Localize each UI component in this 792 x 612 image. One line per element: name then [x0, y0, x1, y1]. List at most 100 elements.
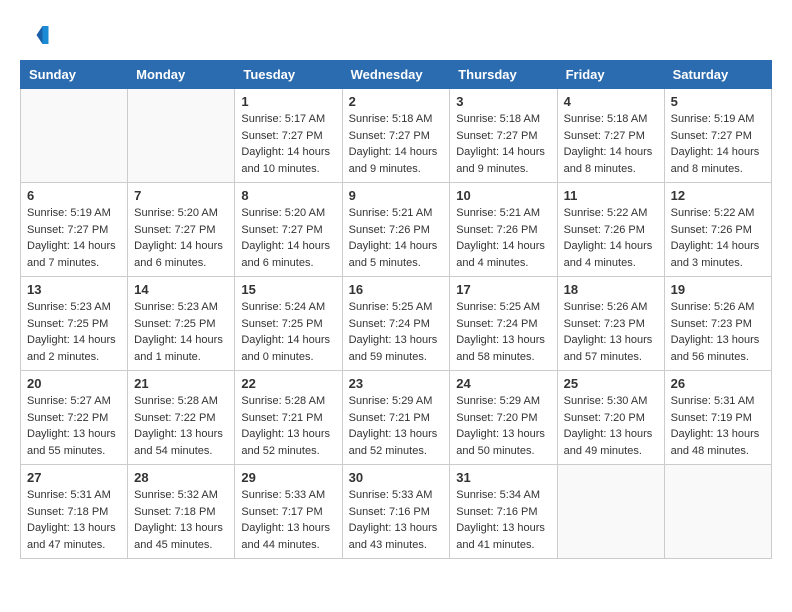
day-number: 15 [241, 282, 335, 297]
day-number: 21 [134, 376, 228, 391]
day-info: Sunrise: 5:23 AM Sunset: 7:25 PM Dayligh… [27, 299, 121, 365]
calendar-cell-28: 28 Sunrise: 5:32 AM Sunset: 7:18 PM Dayli… [128, 465, 235, 559]
day-info: Sunrise: 5:17 AM Sunset: 7:27 PM Dayligh… [241, 111, 335, 177]
day-info: Sunrise: 5:32 AM Sunset: 7:18 PM Dayligh… [134, 487, 228, 553]
calendar-table: SundayMondayTuesdayWednesdayThursdayFrid… [20, 60, 772, 559]
logo [20, 20, 54, 50]
day-info: Sunrise: 5:34 AM Sunset: 7:16 PM Dayligh… [456, 487, 550, 553]
day-info: Sunrise: 5:23 AM Sunset: 7:25 PM Dayligh… [134, 299, 228, 365]
calendar-cell-22: 22 Sunrise: 5:28 AM Sunset: 7:21 PM Dayli… [235, 371, 342, 465]
weekday-header-wednesday: Wednesday [342, 61, 450, 89]
day-info: Sunrise: 5:28 AM Sunset: 7:21 PM Dayligh… [241, 393, 335, 459]
day-info: Sunrise: 5:27 AM Sunset: 7:22 PM Dayligh… [27, 393, 121, 459]
calendar-cell-25: 25 Sunrise: 5:30 AM Sunset: 7:20 PM Dayli… [557, 371, 664, 465]
calendar-cell-empty [557, 465, 664, 559]
day-number: 19 [671, 282, 765, 297]
calendar-cell-30: 30 Sunrise: 5:33 AM Sunset: 7:16 PM Dayli… [342, 465, 450, 559]
day-info: Sunrise: 5:18 AM Sunset: 7:27 PM Dayligh… [564, 111, 658, 177]
calendar-cell-2: 2 Sunrise: 5:18 AM Sunset: 7:27 PM Daylig… [342, 89, 450, 183]
day-info: Sunrise: 5:22 AM Sunset: 7:26 PM Dayligh… [671, 205, 765, 271]
day-number: 22 [241, 376, 335, 391]
calendar-week-row-2: 13 Sunrise: 5:23 AM Sunset: 7:25 PM Dayli… [21, 277, 772, 371]
day-info: Sunrise: 5:25 AM Sunset: 7:24 PM Dayligh… [456, 299, 550, 365]
logo-icon [20, 20, 50, 50]
day-info: Sunrise: 5:31 AM Sunset: 7:19 PM Dayligh… [671, 393, 765, 459]
day-info: Sunrise: 5:18 AM Sunset: 7:27 PM Dayligh… [456, 111, 550, 177]
calendar-cell-empty [664, 465, 771, 559]
day-info: Sunrise: 5:25 AM Sunset: 7:24 PM Dayligh… [349, 299, 444, 365]
weekday-header-row: SundayMondayTuesdayWednesdayThursdayFrid… [21, 61, 772, 89]
calendar-cell-3: 3 Sunrise: 5:18 AM Sunset: 7:27 PM Daylig… [450, 89, 557, 183]
calendar-cell-4: 4Sunrise: 5:18 AM Sunset: 7:27 PM Daylig… [557, 89, 664, 183]
calendar-cell-11: 11 Sunrise: 5:22 AM Sunset: 7:26 PM Dayli… [557, 183, 664, 277]
day-number: 12 [671, 188, 765, 203]
day-info: Sunrise: 5:29 AM Sunset: 7:20 PM Dayligh… [456, 393, 550, 459]
day-info: Sunrise: 5:29 AM Sunset: 7:21 PM Dayligh… [349, 393, 444, 459]
weekday-header-thursday: Thursday [450, 61, 557, 89]
day-info: Sunrise: 5:33 AM Sunset: 7:17 PM Dayligh… [241, 487, 335, 553]
calendar-cell-1: 1 Sunrise: 5:17 AM Sunset: 7:27 PM Daylig… [235, 89, 342, 183]
day-number: 16 [349, 282, 444, 297]
day-number: 5 [671, 94, 765, 109]
calendar-cell-27: 27Sunrise: 5:31 AM Sunset: 7:18 PM Dayli… [21, 465, 128, 559]
day-info: Sunrise: 5:21 AM Sunset: 7:26 PM Dayligh… [349, 205, 444, 271]
day-number: 10 [456, 188, 550, 203]
day-number: 3 [456, 94, 550, 109]
calendar-cell-29: 29 Sunrise: 5:33 AM Sunset: 7:17 PM Dayli… [235, 465, 342, 559]
calendar-cell-23: 23Sunrise: 5:29 AM Sunset: 7:21 PM Dayli… [342, 371, 450, 465]
day-info: Sunrise: 5:21 AM Sunset: 7:26 PM Dayligh… [456, 205, 550, 271]
calendar-cell-7: 7 Sunrise: 5:20 AM Sunset: 7:27 PM Daylig… [128, 183, 235, 277]
day-number: 29 [241, 470, 335, 485]
day-number: 7 [134, 188, 228, 203]
calendar-cell-12: 12 Sunrise: 5:22 AM Sunset: 7:26 PM Dayli… [664, 183, 771, 277]
day-info: Sunrise: 5:26 AM Sunset: 7:23 PM Dayligh… [564, 299, 658, 365]
day-info: Sunrise: 5:20 AM Sunset: 7:27 PM Dayligh… [241, 205, 335, 271]
day-number: 28 [134, 470, 228, 485]
day-info: Sunrise: 5:22 AM Sunset: 7:26 PM Dayligh… [564, 205, 658, 271]
calendar-cell-26: 26 Sunrise: 5:31 AM Sunset: 7:19 PM Dayli… [664, 371, 771, 465]
weekday-header-tuesday: Tuesday [235, 61, 342, 89]
calendar-cell-15: 15 Sunrise: 5:24 AM Sunset: 7:25 PM Dayli… [235, 277, 342, 371]
day-number: 26 [671, 376, 765, 391]
calendar-cell-17: 17 Sunrise: 5:25 AM Sunset: 7:24 PM Dayli… [450, 277, 557, 371]
day-number: 6 [27, 188, 121, 203]
day-number: 1 [241, 94, 335, 109]
day-number: 17 [456, 282, 550, 297]
day-number: 9 [349, 188, 444, 203]
day-info: Sunrise: 5:19 AM Sunset: 7:27 PM Dayligh… [671, 111, 765, 177]
day-number: 20 [27, 376, 121, 391]
calendar-cell-empty [21, 89, 128, 183]
day-number: 30 [349, 470, 444, 485]
calendar-week-row-1: 6Sunrise: 5:19 AM Sunset: 7:27 PM Daylig… [21, 183, 772, 277]
day-number: 11 [564, 188, 658, 203]
day-info: Sunrise: 5:28 AM Sunset: 7:22 PM Dayligh… [134, 393, 228, 459]
day-info: Sunrise: 5:18 AM Sunset: 7:27 PM Dayligh… [349, 111, 444, 177]
calendar-cell-18: 18 Sunrise: 5:26 AM Sunset: 7:23 PM Dayli… [557, 277, 664, 371]
day-number: 18 [564, 282, 658, 297]
weekday-header-friday: Friday [557, 61, 664, 89]
day-info: Sunrise: 5:33 AM Sunset: 7:16 PM Dayligh… [349, 487, 444, 553]
calendar-cell-19: 19 Sunrise: 5:26 AM Sunset: 7:23 PM Dayli… [664, 277, 771, 371]
day-number: 14 [134, 282, 228, 297]
page-header [20, 20, 772, 50]
calendar-cell-6: 6Sunrise: 5:19 AM Sunset: 7:27 PM Daylig… [21, 183, 128, 277]
calendar-week-row-3: 20 Sunrise: 5:27 AM Sunset: 7:22 PM Dayli… [21, 371, 772, 465]
day-number: 13 [27, 282, 121, 297]
day-info: Sunrise: 5:26 AM Sunset: 7:23 PM Dayligh… [671, 299, 765, 365]
calendar-cell-20: 20 Sunrise: 5:27 AM Sunset: 7:22 PM Dayli… [21, 371, 128, 465]
day-info: Sunrise: 5:20 AM Sunset: 7:27 PM Dayligh… [134, 205, 228, 271]
calendar-cell-empty [128, 89, 235, 183]
day-number: 27 [27, 470, 121, 485]
day-info: Sunrise: 5:24 AM Sunset: 7:25 PM Dayligh… [241, 299, 335, 365]
calendar-cell-31: 31Sunrise: 5:34 AM Sunset: 7:16 PM Dayli… [450, 465, 557, 559]
day-number: 8 [241, 188, 335, 203]
calendar-cell-21: 21 Sunrise: 5:28 AM Sunset: 7:22 PM Dayli… [128, 371, 235, 465]
day-info: Sunrise: 5:30 AM Sunset: 7:20 PM Dayligh… [564, 393, 658, 459]
calendar-week-row-0: 1 Sunrise: 5:17 AM Sunset: 7:27 PM Daylig… [21, 89, 772, 183]
day-number: 2 [349, 94, 444, 109]
day-number: 25 [564, 376, 658, 391]
calendar-cell-9: 9 Sunrise: 5:21 AM Sunset: 7:26 PM Daylig… [342, 183, 450, 277]
weekday-header-monday: Monday [128, 61, 235, 89]
calendar-cell-8: 8 Sunrise: 5:20 AM Sunset: 7:27 PM Daylig… [235, 183, 342, 277]
weekday-header-sunday: Sunday [21, 61, 128, 89]
